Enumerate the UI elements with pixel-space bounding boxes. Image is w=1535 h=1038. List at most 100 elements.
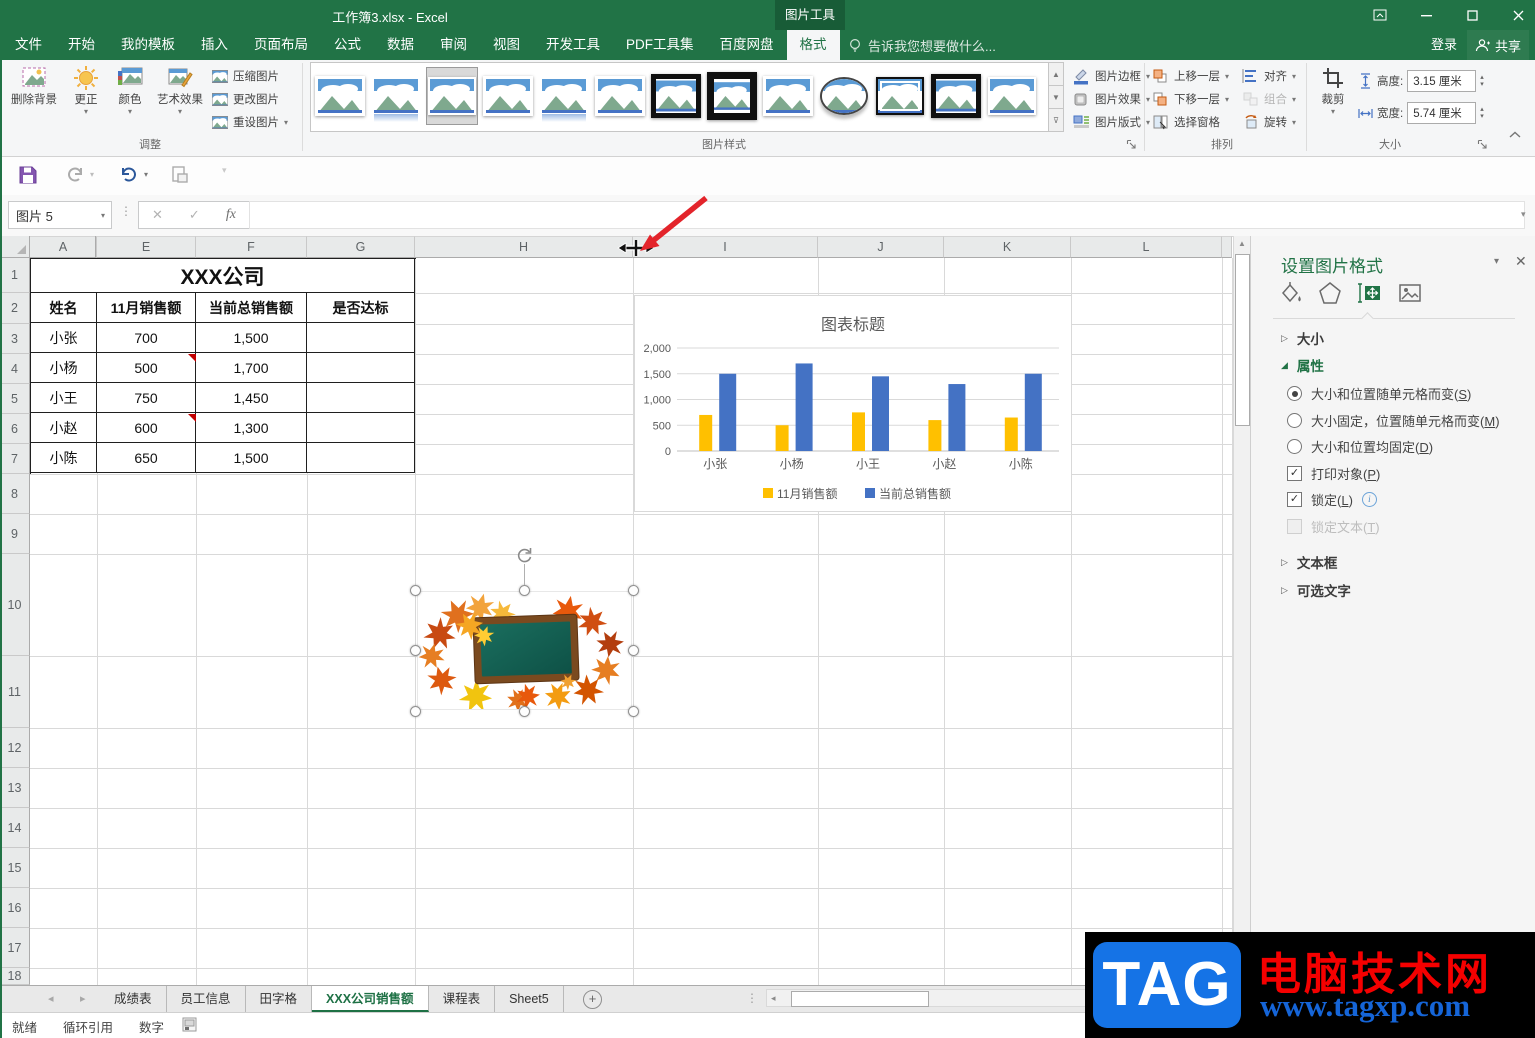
gallery-scroll-up-icon[interactable]: ▲ [1048,62,1064,86]
ribbon-tab-视图[interactable]: 视图 [480,30,533,60]
size-properties-icon[interactable] [1355,280,1383,309]
table-cell[interactable]: 1,500 [196,443,307,473]
option-radio-1[interactable]: 大小固定，位置随单元格而变(M) [1287,411,1500,430]
button-颜色[interactable]: 颜色 ▾ [108,62,152,116]
vscroll-up-icon[interactable]: ▲ [1235,236,1249,252]
rotation-handle[interactable] [515,546,534,565]
option-checkbox-4[interactable]: ✓ 锁定(L) i [1287,490,1377,509]
row-header-13[interactable]: 13 [0,768,30,808]
table-cell[interactable]: 750 [97,383,196,413]
picture-style-thumb[interactable] [595,68,645,124]
row-header-12[interactable]: 12 [0,728,30,768]
row-header-7[interactable]: 7 [0,444,30,474]
row-header-14[interactable]: 14 [0,808,30,848]
row-header-5[interactable]: 5 [0,384,30,414]
name-box-dropdown-icon[interactable]: ▾ [101,211,111,220]
save-icon[interactable] [18,165,38,185]
picture-style-thumb[interactable] [426,67,478,125]
selection-handle[interactable] [628,645,639,656]
row-header-4[interactable]: 4 [0,354,30,384]
button-对齐[interactable]: 对齐 ▾ [1242,65,1296,87]
ribbon-tab-开发工具[interactable]: 开发工具 [533,30,613,60]
section-properties[interactable]: ◢ 属性 [1281,355,1324,375]
button-更正[interactable]: 更正 ▾ [64,62,108,116]
section-alttext[interactable]: ▷ 可选文字 [1281,580,1351,600]
tabbar-splitter[interactable]: ⋮ [746,991,758,1005]
ribbon-display-options-icon[interactable] [1363,0,1397,30]
column-header-J[interactable]: J [818,236,944,258]
column-header-G[interactable]: G [307,236,415,258]
vertical-scrollbar[interactable]: ▲ [1233,236,1250,936]
ribbon-tab-审阅[interactable]: 审阅 [427,30,480,60]
button-压缩图片[interactable]: 压缩图片 [211,65,279,87]
row-header-10[interactable]: 10 [0,554,30,656]
table-cell[interactable]: 小赵 [31,413,97,443]
close-icon[interactable] [1501,0,1535,30]
selection-handle[interactable] [628,585,639,596]
table-cell[interactable]: 1,450 [196,383,307,413]
picture-icon[interactable] [1397,280,1423,309]
option-radio-2[interactable]: 大小和位置均固定(D) [1287,437,1433,456]
row-header-3[interactable]: 3 [0,324,30,354]
gallery-more-icon[interactable]: ⊽ [1048,108,1064,132]
info-icon[interactable]: i [1361,492,1377,507]
sheet-tab-员工信息[interactable]: 员工信息 [167,986,246,1012]
insert-function-icon[interactable]: fx [226,207,236,223]
row-header-15[interactable]: 15 [0,848,30,888]
fill-line-icon[interactable] [1277,280,1303,309]
section-textbox[interactable]: ▷ 文本框 [1281,552,1337,572]
hscroll-thumb[interactable] [791,991,929,1007]
row-header-11[interactable]: 11 [0,656,30,728]
row-header-16[interactable]: 16 [0,888,30,928]
row-header-2[interactable]: 2 [0,293,30,324]
sheet-tab-课程表[interactable]: 课程表 [429,986,496,1012]
column-header-K[interactable]: K [944,236,1071,258]
table-cell[interactable] [307,413,415,443]
button-旋转[interactable]: 旋转 ▾ [1242,111,1296,133]
sheet-tab-田字格[interactable]: 田字格 [246,986,313,1012]
button-重设图片[interactable]: 重设图片 ▾ [211,111,288,133]
picture-style-thumb[interactable] [763,68,813,124]
sheet-nav-left-icon[interactable]: ◂ [48,992,54,1005]
redo-icon[interactable]: ▾ [64,165,94,183]
width-spinner[interactable]: ▴ ▾ [1480,106,1484,120]
gallery-scroll-down-icon[interactable]: ▼ [1048,85,1064,109]
table-cell[interactable]: 600 [97,413,196,443]
ribbon-tab-百度网盘[interactable]: 百度网盘 [707,30,787,60]
sheet-tab-Sheet5[interactable]: Sheet5 [495,986,564,1012]
pane-dropdown-icon[interactable]: ▾ [1494,256,1499,267]
ribbon-tab-公式[interactable]: 公式 [321,30,374,60]
selection-handle[interactable] [410,645,421,656]
button-图片边框[interactable]: 图片边框 ▾ [1072,65,1150,87]
qat-customize-icon[interactable]: ▾ [222,165,227,176]
picture-style-thumb[interactable] [539,68,589,124]
button-图片版式[interactable]: 图片版式 ▾ [1072,111,1150,133]
table-cell[interactable]: 1,700 [196,353,307,383]
new-sheet-icon[interactable]: + [583,990,602,1009]
formula-bar-splitter[interactable]: ⋮ [120,204,132,218]
table-cell[interactable]: 小陈 [31,443,97,473]
column-header-A[interactable]: A [30,236,97,258]
radio-icon[interactable] [1287,439,1302,454]
ribbon-tab-开始[interactable]: 开始 [55,30,108,60]
option-checkbox-5[interactable]: 锁定文本(T) [1287,517,1380,536]
table-cell[interactable]: 700 [97,323,196,353]
row-header-9[interactable]: 9 [0,514,30,554]
table-cell[interactable]: 小张 [31,323,97,353]
ribbon-tab-插入[interactable]: 插入 [188,30,241,60]
table-cell[interactable] [307,443,415,473]
button-选择窗格[interactable]: 选择窗格 [1152,111,1220,133]
checkbox-icon[interactable] [1287,518,1302,534]
table-cell[interactable] [307,353,415,383]
picture-style-thumb[interactable] [819,68,869,124]
button-上移一层[interactable]: 上移一层 ▾ [1152,65,1229,87]
size-dialog-launcher-icon[interactable] [1477,138,1489,150]
button-删除背景[interactable]: 删除背景 [8,62,60,107]
button-下移一层[interactable]: 下移一层 ▾ [1152,88,1229,110]
select-all-corner[interactable] [0,236,30,258]
table-cell[interactable]: 小杨 [31,353,97,383]
effects-icon[interactable] [1317,280,1343,309]
ribbon-tab-PDF工具集[interactable]: PDF工具集 [613,30,707,60]
sheet-tab-XXX公司销售额[interactable]: XXX公司销售额 [312,986,429,1012]
selection-handle[interactable] [410,585,421,596]
